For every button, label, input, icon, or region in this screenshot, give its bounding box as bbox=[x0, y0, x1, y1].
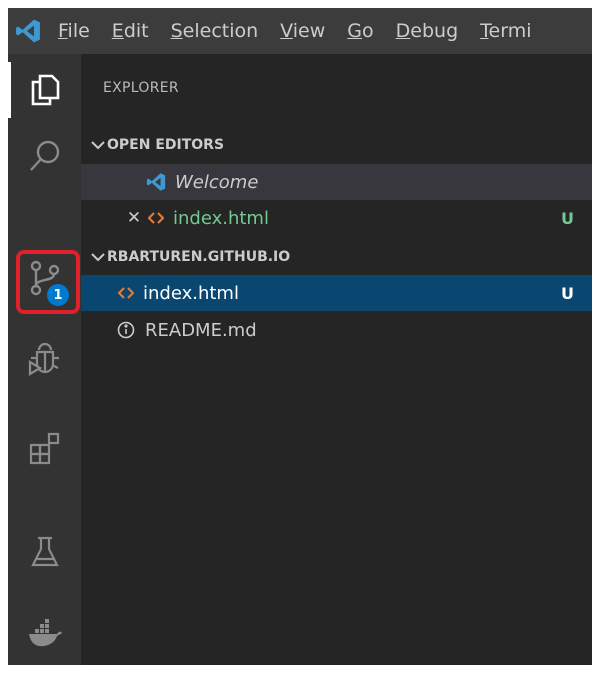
open-editors-label: OPEN EDITORS bbox=[107, 137, 225, 153]
vscode-logo-icon bbox=[8, 8, 48, 54]
testing-icon bbox=[30, 535, 60, 569]
menu-terminal[interactable]: Termi bbox=[480, 20, 531, 42]
file-index-html[interactable]: index.html U bbox=[81, 275, 592, 311]
open-editor-name: index.html bbox=[173, 207, 269, 229]
menu-selection[interactable]: Selection bbox=[171, 20, 259, 42]
extensions-activity-button[interactable] bbox=[8, 416, 81, 480]
docker-activity-button[interactable] bbox=[8, 602, 81, 665]
open-editor-name: Welcome bbox=[175, 171, 259, 193]
folder-label: RBARTUREN.GITHUB.IO bbox=[107, 249, 291, 265]
menu-debug[interactable]: Debug bbox=[396, 20, 459, 42]
source-control-highlight bbox=[16, 250, 80, 314]
html-file-icon bbox=[117, 286, 135, 300]
files-icon bbox=[29, 73, 61, 107]
menu-file[interactable]: File bbox=[58, 20, 90, 42]
open-editor-index-html[interactable]: ✕ index.html U bbox=[81, 200, 592, 236]
open-editors-header[interactable]: OPEN EDITORS bbox=[81, 131, 592, 159]
open-editor-welcome[interactable]: Welcome bbox=[81, 164, 592, 200]
menu-view[interactable]: View bbox=[280, 20, 325, 42]
folder-header[interactable]: RBARTUREN.GITHUB.IO bbox=[81, 243, 592, 271]
html-file-icon bbox=[147, 211, 165, 225]
extensions-icon bbox=[28, 431, 62, 465]
debug-activity-button[interactable] bbox=[8, 326, 81, 390]
debug-icon bbox=[27, 340, 63, 376]
file-name: index.html bbox=[143, 282, 239, 304]
explorer-sidebar: EXPLORER OPEN EDITORS Welcome ✕ index.ht… bbox=[81, 54, 592, 665]
explorer-activity-button[interactable] bbox=[8, 58, 81, 122]
search-icon bbox=[28, 139, 62, 173]
menu-edit[interactable]: Edit bbox=[112, 20, 149, 42]
testing-activity-button[interactable] bbox=[8, 520, 81, 584]
file-name: README.md bbox=[145, 319, 257, 341]
info-icon bbox=[115, 321, 137, 339]
untracked-status: U bbox=[561, 283, 574, 303]
chevron-down-icon bbox=[81, 140, 107, 150]
activity-bar: 1 bbox=[8, 54, 81, 665]
docker-icon bbox=[27, 619, 63, 649]
untracked-status: U bbox=[561, 208, 574, 228]
close-icon[interactable]: ✕ bbox=[125, 208, 143, 228]
vscode-logo-icon bbox=[145, 172, 167, 192]
chevron-down-icon bbox=[81, 252, 107, 262]
vscode-window: File Edit Selection View Go Debug Termi bbox=[8, 8, 592, 665]
explorer-title: EXPLORER bbox=[103, 80, 179, 96]
menu-go[interactable]: Go bbox=[347, 20, 373, 42]
file-readme-md[interactable]: README.md bbox=[81, 312, 592, 348]
source-control-badge: 1 bbox=[47, 284, 69, 306]
menu-bar: File Edit Selection View Go Debug Termi bbox=[8, 8, 592, 54]
search-activity-button[interactable] bbox=[8, 124, 81, 188]
